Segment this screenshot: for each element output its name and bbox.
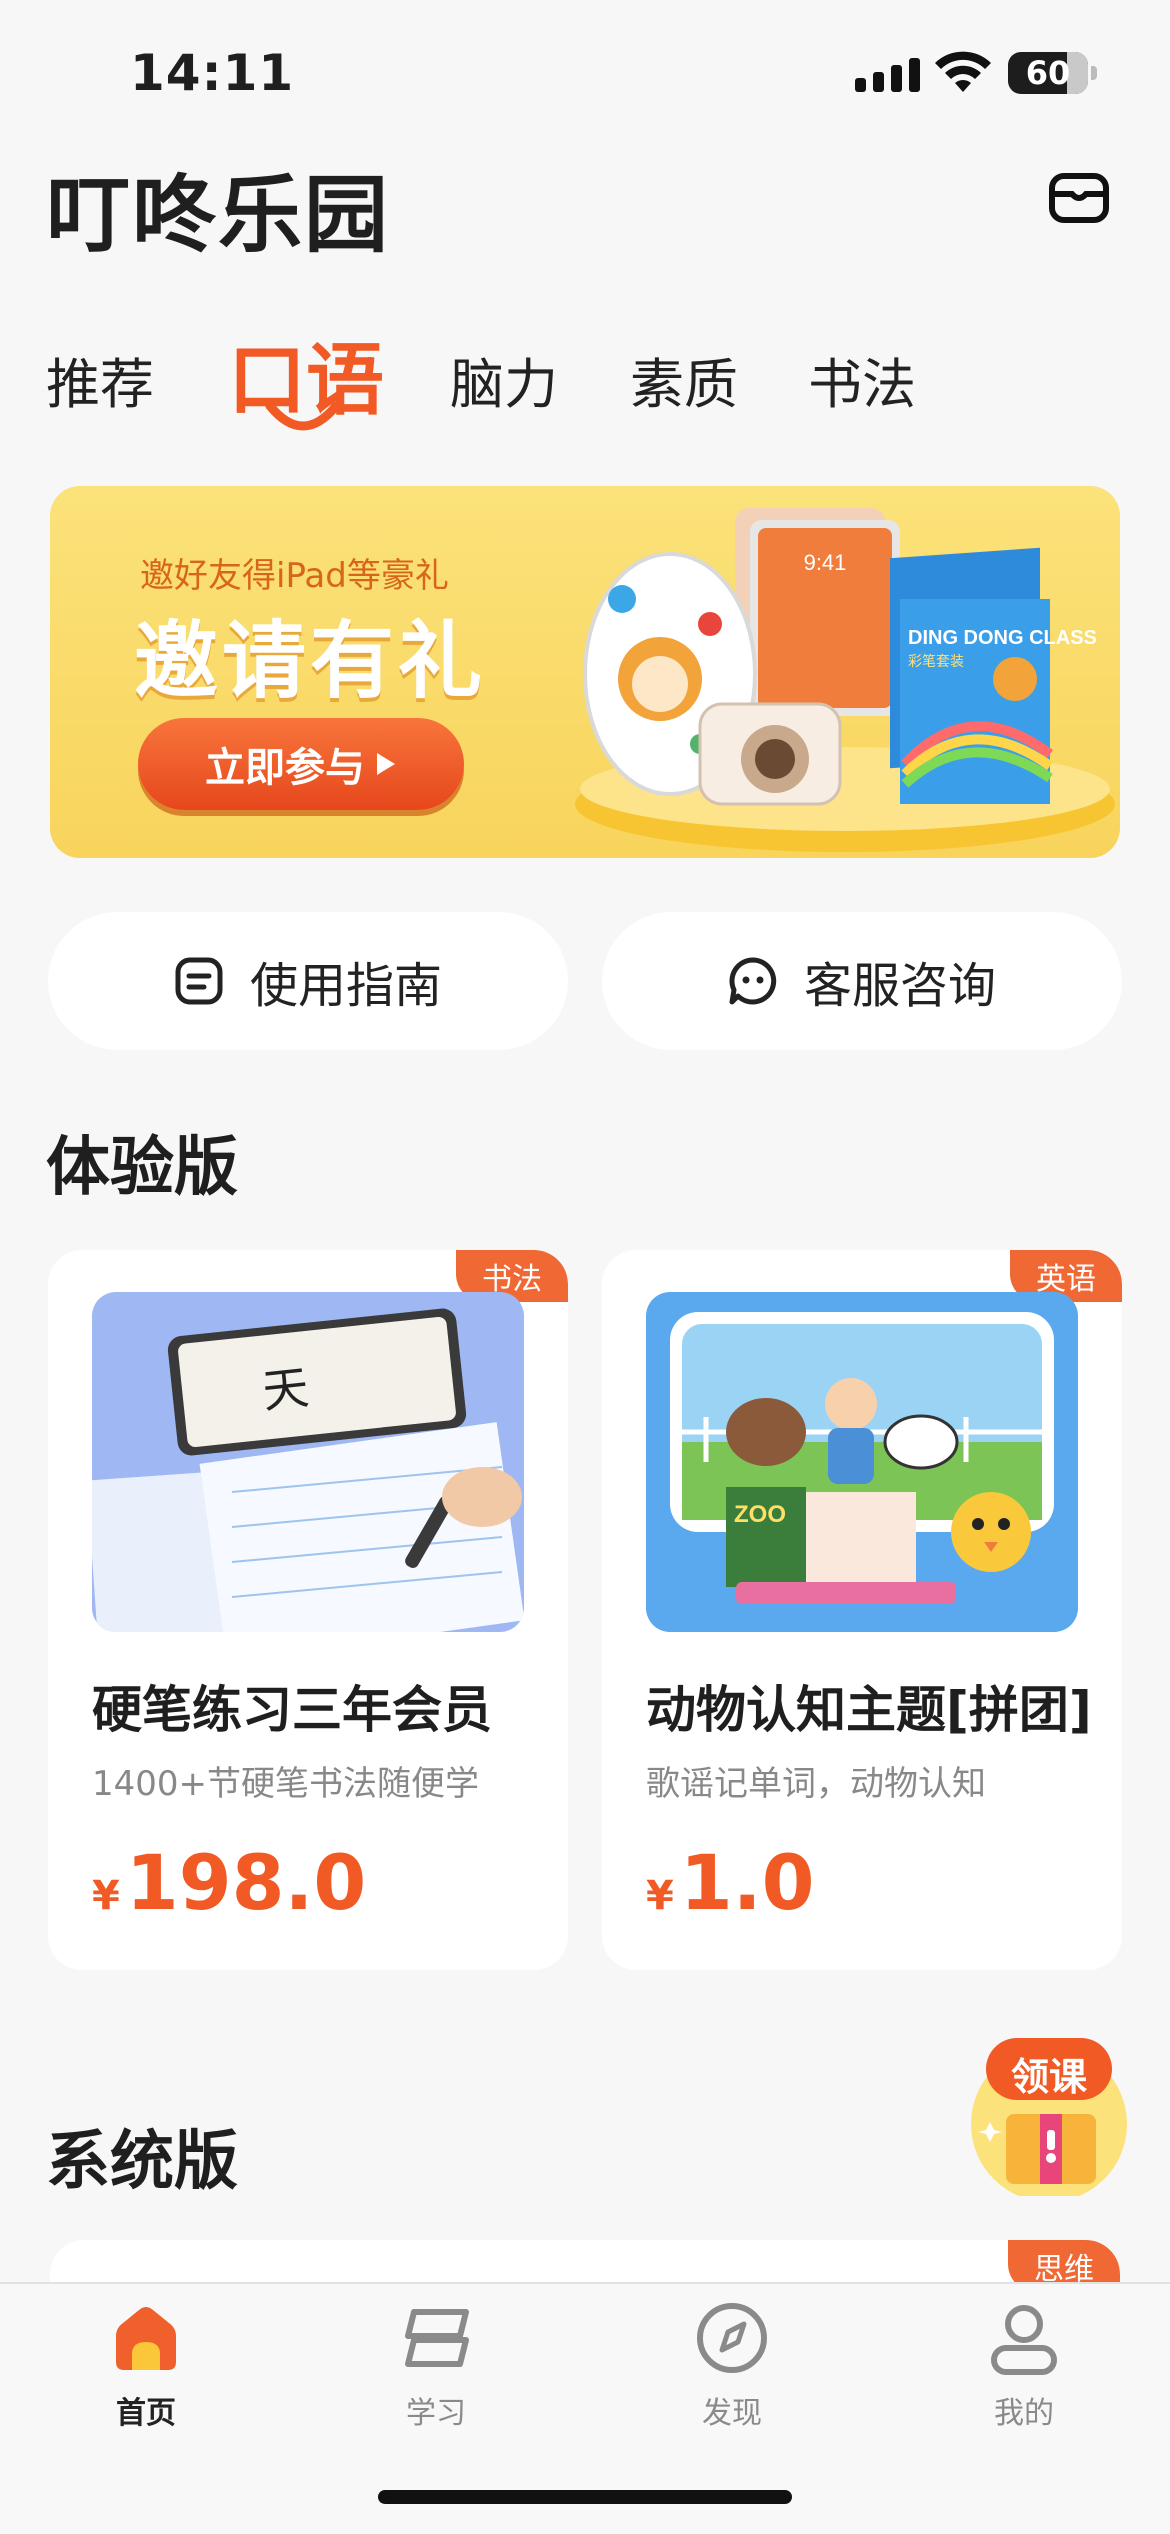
nav-profile[interactable]: 我的 xyxy=(944,2298,1104,2432)
usage-guide-button[interactable]: 使用指南 xyxy=(48,912,568,1050)
product-price: ¥ 198.0 xyxy=(92,1838,366,1927)
battery-level: 60 xyxy=(1025,54,1071,92)
cellular-signal-icon xyxy=(855,58,920,92)
join-now-button[interactable]: 立即参与 xyxy=(138,718,464,810)
page-title: 叮咚乐园 xyxy=(46,166,391,264)
tab-calligraphy[interactable]: 书法 xyxy=(808,340,916,419)
product-title: 硬笔练习三年会员 xyxy=(92,1681,492,1739)
currency-symbol: ¥ xyxy=(92,1873,120,1919)
price-value: 1.0 xyxy=(679,1838,815,1927)
tab-quality[interactable]: 素质 xyxy=(630,340,738,419)
trial-section-title: 体验版 xyxy=(46,1131,238,1205)
nav-discover-label: 发现 xyxy=(702,2396,762,2431)
currency-symbol: ¥ xyxy=(646,1873,674,1919)
tab-recommend[interactable]: 推荐 xyxy=(46,340,154,419)
product-subtitle: 歌谣记单词，动物认知 xyxy=(646,1764,986,1804)
product-price: ¥ 1.0 xyxy=(646,1838,814,1927)
product-title: 动物认知主题[拼团] xyxy=(646,1681,1092,1739)
prize-illustration: 9:41 DING DONG CLASS 彩笔套装 xyxy=(575,508,1115,852)
customer-service-button[interactable]: 客服咨询 xyxy=(602,912,1122,1050)
product-subtitle: 1400+节硬笔书法随便学 xyxy=(92,1764,480,1804)
profile-icon xyxy=(991,2305,1057,2375)
nav-study-label: 学习 xyxy=(406,2396,466,2431)
nav-study[interactable]: 学习 xyxy=(356,2298,516,2432)
home-indicator xyxy=(378,2490,792,2504)
customer-service-label: 客服咨询 xyxy=(803,958,996,1014)
chat-face-icon xyxy=(729,957,777,1005)
system-section-title: 系统版 xyxy=(46,2125,238,2199)
product-image-animal: ZOO xyxy=(646,1292,1078,1632)
nav-profile-label: 我的 xyxy=(994,2396,1054,2431)
zoo-book-label: ZOO xyxy=(734,1501,786,1528)
box-title: DING DONG CLASS xyxy=(908,627,1097,649)
tablet-time: 9:41 xyxy=(804,550,847,575)
practice-sheet-character: 天 xyxy=(260,1360,311,1419)
claim-course-float-button[interactable]: 领课 xyxy=(968,2034,1130,2202)
claim-course-label: 领课 xyxy=(1010,2055,1087,2099)
tab-brain[interactable]: 脑力 xyxy=(450,340,558,419)
join-now-label: 立即参与 xyxy=(205,745,365,791)
banner-subtitle: 邀好友得iPad等豪礼 xyxy=(140,556,449,596)
wifi-icon xyxy=(935,51,991,92)
nav-home[interactable]: 首页 xyxy=(66,2298,226,2432)
active-tab-smile-indicator xyxy=(265,401,341,431)
nav-home-label: 首页 xyxy=(116,2396,176,2431)
book-stack-icon xyxy=(405,2309,469,2367)
banner-title: 邀请有礼 xyxy=(134,612,487,710)
compass-icon xyxy=(697,2303,767,2373)
nav-discover[interactable]: 发现 xyxy=(652,2298,812,2432)
message-inbox-icon[interactable] xyxy=(1048,170,1110,226)
battery-indicator: 60 xyxy=(1008,52,1097,94)
usage-guide-label: 使用指南 xyxy=(249,958,442,1014)
price-value: 198.0 xyxy=(125,1838,367,1927)
play-arrow-icon xyxy=(377,753,395,775)
invite-banner[interactable]: 邀好友得iPad等豪礼 邀请有礼 立即参与 9:41 DING DONG CLA… xyxy=(50,486,1120,858)
product-image-calligraphy: 天 xyxy=(92,1292,524,1632)
product-card-calligraphy[interactable]: 书法 天 硬笔练习三年会员 1400+节硬笔书法随便学 ¥ 198.0 xyxy=(48,1250,568,1970)
status-time: 14:11 xyxy=(130,44,295,102)
product-card-animal[interactable]: 英语 ZOO 动物认知主题[拼团] 歌谣记单词，动物认知 ¥ 1.0 xyxy=(602,1250,1122,1970)
home-icon xyxy=(116,2307,176,2370)
document-icon xyxy=(175,957,223,1005)
box-subtitle: 彩笔套装 xyxy=(908,653,964,669)
